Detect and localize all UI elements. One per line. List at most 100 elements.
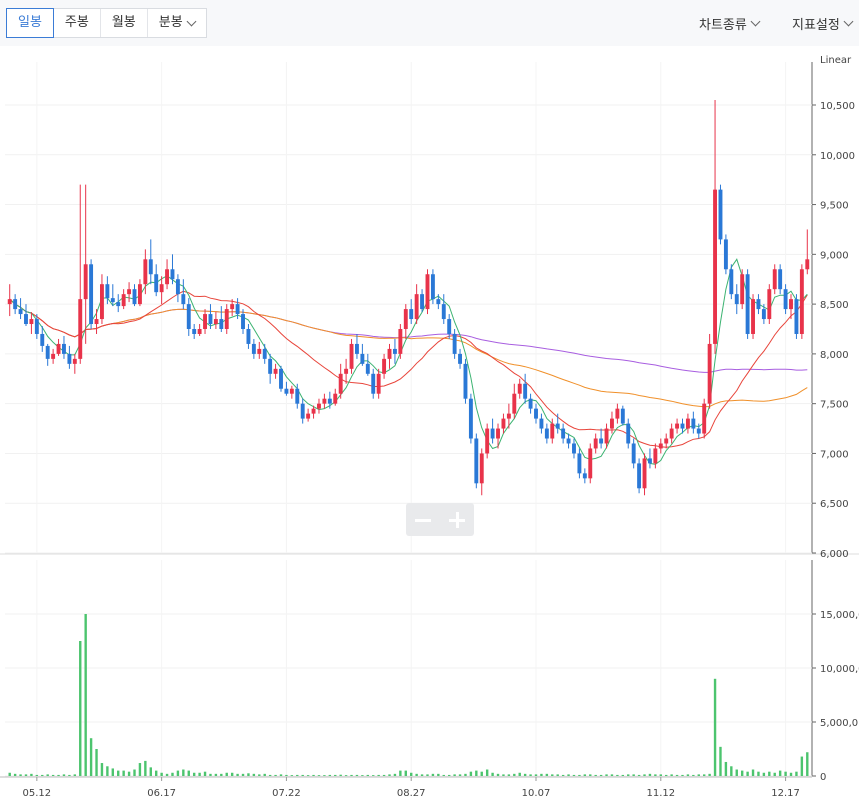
- price-tick-label: 7,500: [820, 400, 849, 411]
- volume-bar: [659, 774, 662, 776]
- volume-bar: [453, 774, 456, 776]
- candle-body: [740, 274, 745, 305]
- volume-bar: [111, 768, 115, 776]
- candle-body: [322, 398, 327, 404]
- volume-bar: [155, 770, 158, 776]
- volume-bar: [344, 775, 348, 776]
- volume-bar: [198, 772, 201, 776]
- candle-body: [452, 333, 457, 354]
- volume-bar: [13, 773, 17, 776]
- candle-body: [485, 428, 490, 454]
- volume-bar: [241, 773, 245, 776]
- volume-bar: [182, 769, 185, 776]
- candle-body: [365, 363, 370, 374]
- volume-bar: [317, 775, 321, 776]
- candle-body: [756, 299, 761, 310]
- candle-body: [604, 428, 609, 444]
- candle-body: [707, 343, 712, 404]
- volume-bar: [209, 773, 212, 776]
- candle-body: [284, 388, 289, 394]
- volume-bar: [442, 774, 445, 776]
- candle-body: [121, 294, 126, 307]
- candle-body: [718, 189, 723, 240]
- zoom-out-button[interactable]: [412, 509, 434, 531]
- candle-body: [723, 239, 728, 270]
- volume-bar: [610, 774, 614, 776]
- candle-body: [175, 279, 180, 295]
- volume-bar: [621, 774, 625, 776]
- volume-bar: [464, 773, 467, 776]
- volume-bar: [41, 774, 44, 776]
- volume-bar: [713, 678, 717, 776]
- candle-body: [241, 314, 245, 329]
- candlestick-chart[interactable]: Linear 6,000 6,500 7,000 7,500 8,000 8,500 9,00…: [0, 0, 859, 806]
- candle-body: [409, 309, 414, 320]
- candle-body: [235, 304, 240, 315]
- candle-body: [805, 259, 810, 270]
- candle-body: [528, 398, 533, 409]
- candle-body: [447, 319, 452, 334]
- volume-bar: [404, 770, 407, 776]
- volume-bar: [225, 772, 228, 776]
- candle-body: [794, 299, 799, 334]
- volume-bar: [757, 771, 760, 776]
- volume-bar: [637, 774, 641, 776]
- time-tick-label: 12.17: [771, 788, 800, 799]
- plus-icon-vertical: [456, 511, 459, 528]
- volume-bar: [24, 774, 28, 776]
- volume-bar: [133, 769, 136, 776]
- volume-bar: [290, 775, 294, 776]
- zoom-in-button[interactable]: [446, 509, 468, 531]
- volume-bar: [8, 772, 11, 776]
- volume-bar: [740, 770, 744, 776]
- volume-bar: [89, 738, 93, 776]
- candle-body: [664, 438, 669, 444]
- candle-body: [669, 428, 674, 439]
- volume-bar: [778, 770, 782, 776]
- volume-bar: [627, 774, 630, 776]
- candle-body: [219, 319, 224, 329]
- candle-body: [474, 438, 479, 484]
- volume-bar: [513, 773, 516, 776]
- volume-bar: [334, 774, 337, 776]
- candle-body: [593, 438, 598, 449]
- candle-body: [382, 358, 387, 374]
- volume-bar: [372, 775, 375, 776]
- candle-body: [783, 289, 788, 310]
- volume-bar: [19, 774, 22, 776]
- price-tick-label: 6,000: [820, 549, 849, 560]
- volume-bar: [382, 774, 386, 776]
- candle-body: [306, 413, 311, 419]
- candle-body: [799, 269, 804, 334]
- price-tick-label: 10,500: [820, 101, 855, 112]
- volume-bar: [30, 773, 33, 776]
- volume-bar: [355, 774, 359, 776]
- volume-bar: [556, 774, 559, 776]
- price-tick-label: 9,000: [820, 250, 849, 261]
- volume-bar: [534, 774, 538, 776]
- candle-body: [420, 294, 425, 310]
- candle-body: [620, 408, 625, 424]
- volume-tick-label: 15,000,0: [820, 610, 859, 621]
- candle-body: [186, 304, 191, 329]
- volume-bar: [572, 774, 576, 776]
- volume-bar: [220, 773, 223, 776]
- volume-bar: [426, 774, 429, 776]
- candle-body: [279, 368, 283, 389]
- candle-body: [615, 408, 620, 419]
- volume-bar: [323, 775, 326, 776]
- volume-bar: [708, 773, 711, 776]
- volume-bar: [252, 773, 256, 776]
- volume-bar: [57, 774, 60, 776]
- candle-body: [56, 343, 61, 354]
- candle-body: [181, 294, 186, 305]
- candle-body: [534, 408, 538, 419]
- candle-body: [398, 329, 403, 354]
- candle-body: [349, 343, 354, 369]
- volume-bar: [632, 774, 635, 776]
- candle-body: [767, 289, 772, 320]
- volume-bar: [475, 770, 478, 776]
- volume-bar: [393, 773, 397, 776]
- volume-bar: [746, 771, 749, 776]
- volume-bar: [599, 774, 603, 776]
